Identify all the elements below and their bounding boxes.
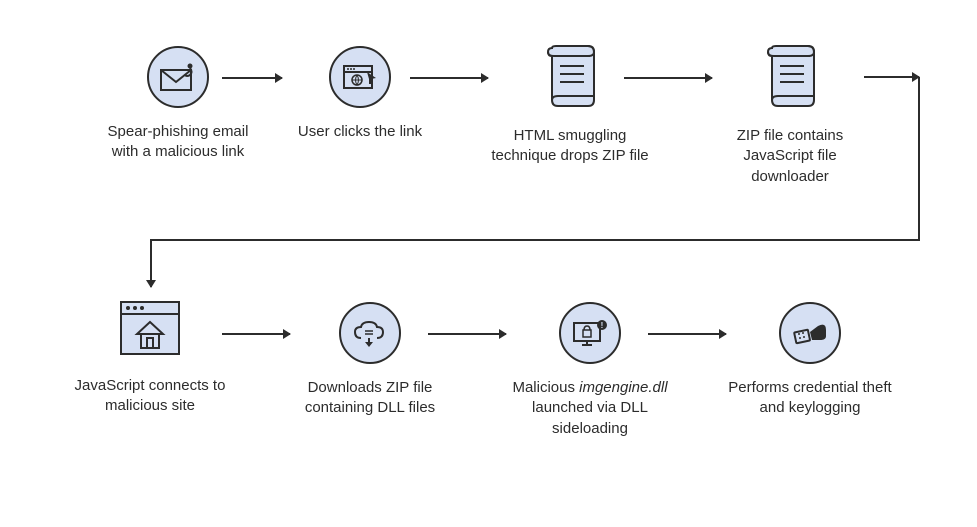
scroll-icon	[540, 40, 600, 112]
step-js-connects: JavaScript connects to malicious site	[60, 296, 240, 417]
arrow-icon	[624, 77, 712, 79]
hand-card-icon	[779, 302, 841, 364]
scroll-icon	[760, 40, 820, 112]
step-html-smuggling: HTML smuggling technique drops ZIP file	[480, 40, 660, 167]
arrow-icon	[428, 333, 506, 335]
step-zip-downloader: ZIP file contains JavaScript file downlo…	[700, 40, 880, 187]
step-label: Downloads ZIP file containing DLL files	[285, 378, 455, 419]
step-credential-theft: Performs credential theft and keylogging	[720, 302, 900, 419]
step-label: Performs credential theft and keylogging	[725, 378, 895, 419]
browser-cursor-icon	[329, 46, 391, 108]
step-phishing-email: Spear-phishing email with a malicious li…	[88, 46, 268, 163]
step-label: HTML smuggling technique drops ZIP file	[485, 126, 655, 167]
step-download-dll: Downloads ZIP file containing DLL files	[280, 302, 460, 419]
step-label: User clicks the link	[298, 122, 422, 142]
cloud-download-icon	[339, 302, 401, 364]
browser-house-icon	[115, 296, 185, 362]
step-label: JavaScript connects to malicious site	[65, 376, 235, 417]
connector-line	[864, 76, 919, 78]
step-user-clicks: User clicks the link	[270, 46, 450, 142]
svg-text:!: !	[601, 321, 604, 330]
step-label: Spear-phishing email with a malicious li…	[93, 122, 263, 163]
step-label: Malicious imgengine.dll launched via DLL…	[505, 378, 675, 439]
arrow-icon	[222, 77, 282, 79]
connector-line	[150, 239, 920, 241]
monitor-lock-alert-icon: !	[559, 302, 621, 364]
step-label: ZIP file contains JavaScript file downlo…	[705, 126, 875, 187]
arrow-icon	[410, 77, 488, 79]
arrow-down-icon	[150, 239, 152, 287]
arrow-icon	[648, 333, 726, 335]
envelope-hook-icon	[147, 46, 209, 108]
connector-line	[918, 77, 920, 240]
step-dll-sideloading: ! Malicious imgengine.dll launched via D…	[500, 302, 680, 439]
arrow-icon	[222, 333, 290, 335]
